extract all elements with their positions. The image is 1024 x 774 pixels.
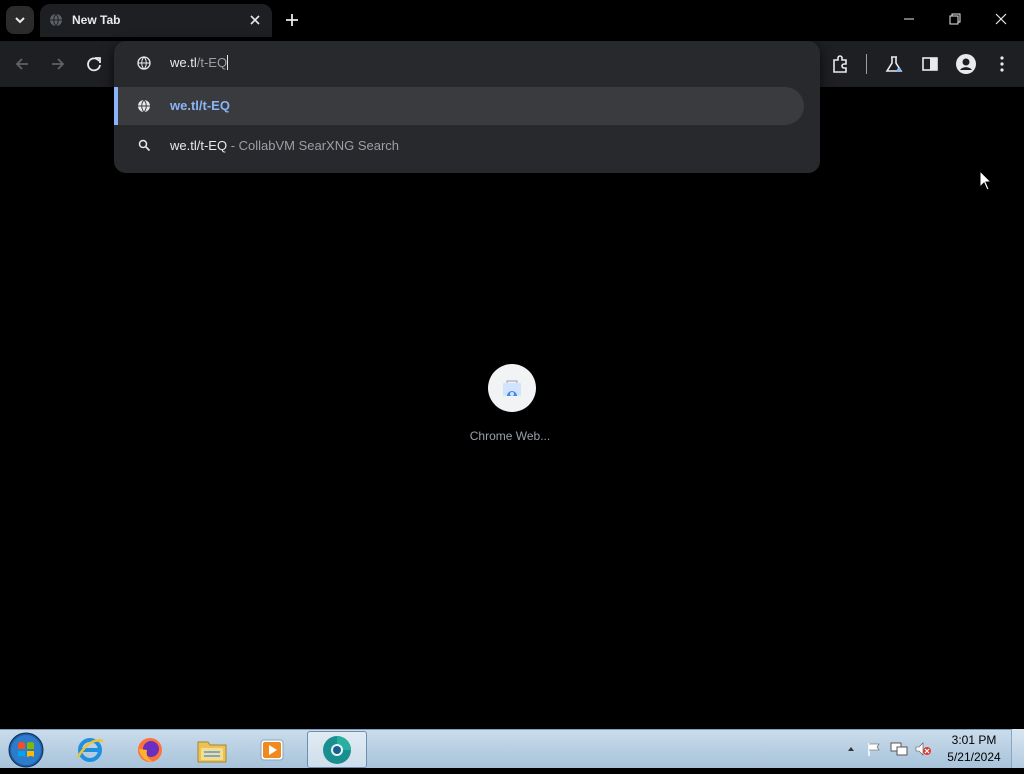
selection-indicator	[114, 87, 118, 125]
extensions-puzzle-icon[interactable]	[829, 53, 851, 75]
firefox-icon	[138, 738, 162, 762]
new-tab-plus-icon[interactable]	[282, 10, 302, 30]
text-cursor	[227, 55, 229, 70]
close-tab-icon[interactable]	[247, 12, 263, 28]
globe-icon	[50, 13, 62, 27]
mouse-pointer-icon	[979, 170, 993, 191]
close-window-icon[interactable]	[990, 8, 1012, 30]
action-center-flag-icon[interactable]	[866, 741, 882, 757]
clock-date[interactable]: 5/21/2024	[942, 750, 1006, 764]
suggestion-text: we.tl/t-EQ	[170, 98, 230, 113]
more-menu-icon[interactable]	[991, 53, 1013, 75]
suggestion-query: we.tl/t-EQ	[170, 138, 228, 153]
tab-search-button[interactable]	[6, 6, 34, 34]
search-icon	[138, 139, 151, 152]
network-icon[interactable]	[890, 741, 908, 757]
windows-start-orb-icon	[8, 732, 44, 768]
shortcut-label: Chrome Web...	[469, 429, 551, 443]
taskbar	[0, 729, 1024, 768]
forward-arrow-icon[interactable]	[47, 53, 69, 75]
suggestion-engine: - CollabVM SearXNG Search	[227, 138, 400, 153]
autocomplete-text: /t-EQ	[196, 55, 228, 70]
taskbar-firefox[interactable]	[132, 733, 168, 767]
taskbar-media-player[interactable]	[254, 733, 290, 767]
clock-time[interactable]: 3:01 PM	[948, 733, 1000, 747]
globe-icon	[137, 56, 151, 70]
globe-icon	[138, 99, 150, 113]
title-bar: New Tab	[0, 0, 1024, 41]
suggestion-url[interactable]: we.tl/t-EQ	[114, 87, 804, 125]
toolbar-separator	[866, 54, 867, 74]
tab-title: New Tab	[72, 13, 121, 27]
chrome-web-store-shortcut[interactable]	[488, 364, 536, 412]
labs-flask-icon[interactable]	[883, 53, 905, 75]
taskbar-chrome[interactable]	[307, 731, 367, 768]
omnibox-dropdown: we.tl/t-EQ we.tl/t-EQ we.tl/t-EQ - Colla…	[114, 41, 820, 173]
web-store-icon	[503, 380, 521, 396]
suggestion-search[interactable]: we.tl/t-EQ - CollabVM SearXNG Search	[114, 127, 820, 165]
internet-explorer-icon	[76, 738, 104, 762]
suggestion-text: we.tl/t-EQ - CollabVM SearXNG Search	[170, 138, 399, 153]
show-hidden-icons-icon[interactable]	[846, 744, 856, 754]
media-player-icon	[260, 739, 284, 761]
taskbar-file-explorer[interactable]	[194, 733, 230, 767]
taskbar-internet-explorer[interactable]	[72, 733, 108, 767]
tab-new-tab[interactable]: New Tab	[40, 4, 272, 37]
folder-icon	[197, 741, 227, 763]
profile-avatar-icon[interactable]	[955, 53, 977, 75]
minimize-icon[interactable]	[898, 8, 920, 30]
chromium-browser-icon	[323, 736, 351, 764]
address-input[interactable]: we.tl/t-EQ	[170, 55, 229, 70]
back-arrow-icon[interactable]	[11, 53, 33, 75]
show-desktop-button[interactable]	[1011, 729, 1024, 768]
restore-icon[interactable]	[944, 8, 966, 30]
side-panel-icon[interactable]	[919, 53, 941, 75]
volume-muted-icon[interactable]	[914, 741, 932, 757]
reload-icon[interactable]	[83, 53, 105, 75]
chevron-down-icon	[15, 17, 25, 24]
start-button[interactable]	[6, 731, 46, 769]
typed-text: we.tl	[170, 55, 197, 70]
address-bar[interactable]: we.tl/t-EQ	[114, 41, 820, 85]
